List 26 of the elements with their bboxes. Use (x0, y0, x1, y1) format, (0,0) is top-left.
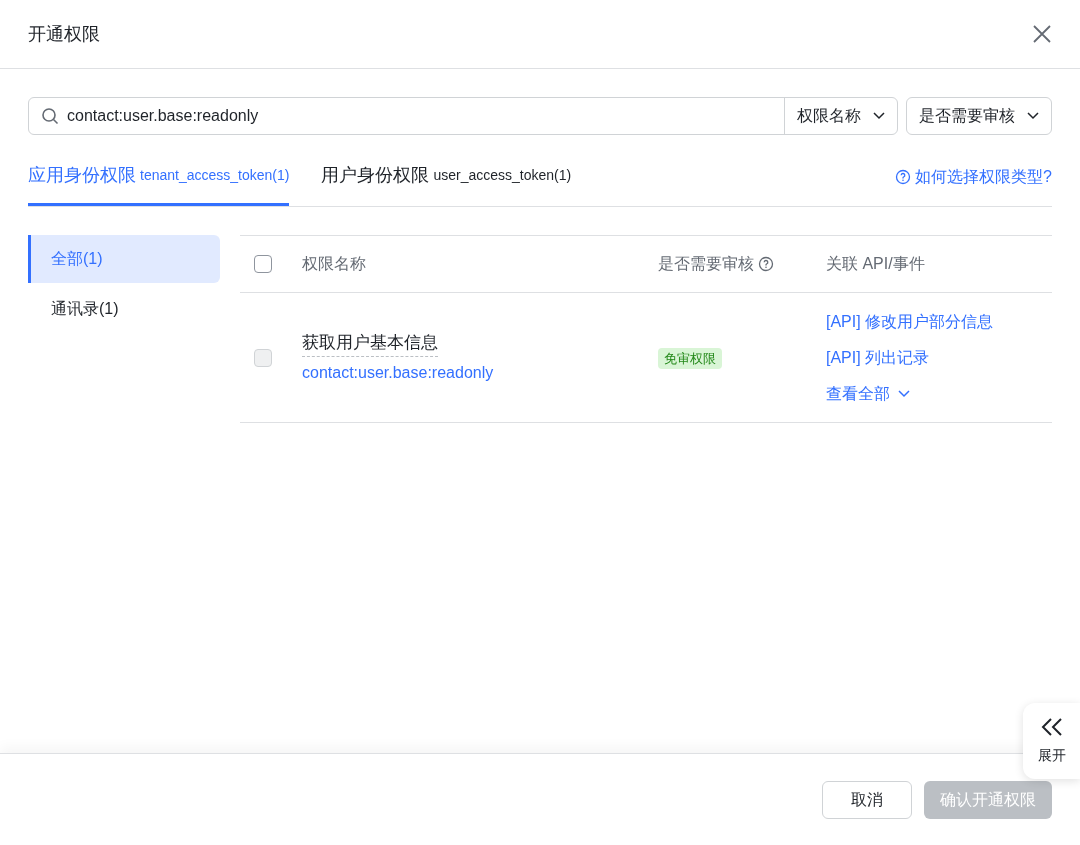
tab[interactable]: 用户身份权限 user_access_token(1) (321, 147, 572, 206)
chevron-down-icon (898, 389, 910, 398)
expand-side-tab[interactable]: 展开 (1023, 703, 1080, 779)
review-tag: 免审权限 (658, 347, 722, 369)
dialog-title: 开通权限 (28, 22, 100, 46)
cancel-button[interactable]: 取消 (822, 780, 912, 819)
permission-scope: contact:user.base:readonly (302, 362, 495, 383)
category-item[interactable]: 通讯录(1) (28, 285, 220, 333)
column-header: 关联 API/事件 (826, 254, 925, 274)
checkbox[interactable] (254, 255, 272, 273)
close-icon[interactable] (1032, 24, 1052, 44)
column-header: 是否需要审核 (658, 254, 754, 274)
tab[interactable]: 应用身份权限 tenant_access_token(1) (28, 147, 290, 206)
category-item[interactable]: 全部(1) (28, 235, 220, 283)
permission-name: 获取用户基本信息 (302, 330, 438, 357)
double-chevron-left-icon (1039, 716, 1064, 737)
filter-dropdown[interactable]: 权限名称 (784, 98, 897, 134)
search-icon (41, 107, 59, 125)
help-link[interactable]: 如何选择权限类型? (895, 147, 1052, 206)
chevron-down-icon (1027, 112, 1039, 120)
help-icon (895, 168, 912, 185)
column-header: 权限名称 (302, 254, 367, 274)
search-field[interactable]: contact:user.base:readonly 权限名称 (28, 97, 898, 135)
filter-dropdown[interactable]: 是否需要审核 (906, 97, 1052, 135)
help-icon (758, 256, 774, 272)
chevron-down-icon (873, 112, 885, 120)
